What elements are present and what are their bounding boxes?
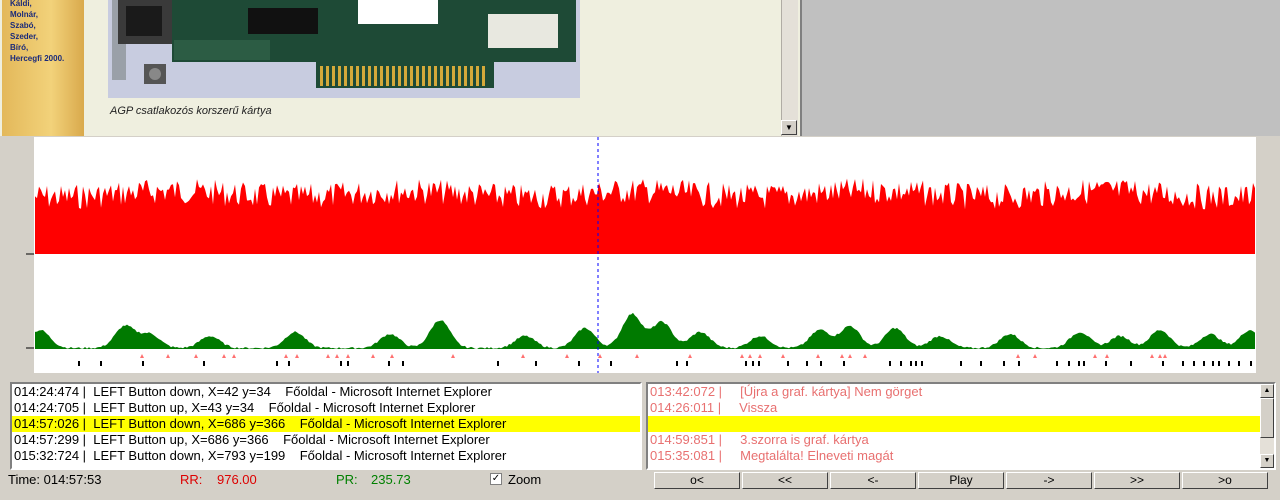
event-tick (142, 361, 144, 366)
log-row-selected[interactable]: 014:57:026 | LEFT Button down, X=686 y=3… (12, 416, 640, 432)
scroll-down-arrow-icon[interactable]: ▼ (1260, 454, 1274, 468)
event-tick (676, 361, 678, 366)
event-tick (1056, 361, 1058, 366)
event-tick (1250, 361, 1252, 366)
event-tick (1193, 361, 1195, 366)
rr-value: 976.00 (217, 472, 257, 487)
event-tick (203, 361, 205, 366)
rr-label: RR: (180, 472, 203, 487)
event-tick (910, 361, 912, 366)
event-tick (960, 361, 962, 366)
event-tick (276, 361, 278, 366)
pr-label: PR: (336, 472, 358, 487)
log-row[interactable]: 014:24:705 | LEFT Button up, X=43 y=34 F… (12, 400, 640, 416)
event-tick (758, 361, 760, 366)
play-button[interactable]: Play (918, 472, 1004, 489)
event-tick (787, 361, 789, 366)
browser-scrollbar[interactable] (781, 0, 798, 136)
event-tick (497, 361, 499, 366)
event-tick (1203, 361, 1205, 366)
go-to-start-button[interactable]: o< (654, 472, 740, 489)
event-tick (578, 361, 580, 366)
comment-row[interactable]: 014:59:851 | 3.szorra is graf. kártya (648, 432, 1274, 448)
comment-row-selected[interactable] (648, 416, 1274, 432)
comment-row[interactable]: 015:35:081 | Megtalálta! Elneveti magát (648, 448, 1274, 464)
zoom-label[interactable]: Zoom (508, 472, 541, 488)
comment-log-scrollbar[interactable]: ▲ ▼ (1260, 384, 1274, 468)
event-tick (1130, 361, 1132, 366)
event-tick (686, 361, 688, 366)
event-tick (535, 361, 537, 366)
comment-row[interactable]: 014:26:011 | Vissza (648, 400, 1274, 416)
log-row[interactable]: 015:32:724 | LEFT Button down, X=793 y=1… (12, 448, 640, 464)
event-tick (843, 361, 845, 366)
scroll-up-arrow-icon[interactable]: ▲ (1260, 384, 1274, 398)
event-tick (340, 361, 342, 366)
step-forward-button[interactable]: -> (1006, 472, 1092, 489)
event-tick (1083, 361, 1085, 366)
scroll-thumb[interactable] (1260, 398, 1274, 438)
event-tick (1003, 361, 1005, 366)
event-tick (806, 361, 808, 366)
event-tick (752, 361, 754, 366)
event-tick (820, 361, 822, 366)
event-tick (347, 361, 349, 366)
fast-forward-button[interactable]: >> (1094, 472, 1180, 489)
event-tick (78, 361, 80, 366)
zoom-checkbox[interactable]: ✓ (490, 473, 502, 485)
graphics-card-image (108, 0, 580, 98)
event-tick (100, 361, 102, 366)
event-tick (1238, 361, 1240, 366)
event-tick (1162, 361, 1164, 366)
go-to-end-button[interactable]: >o (1182, 472, 1268, 489)
event-tick (921, 361, 923, 366)
image-caption: AGP csatlakozós korszerű kártya (110, 105, 272, 117)
event-tick (889, 361, 891, 366)
log-row[interactable]: 014:24:474 | LEFT Button down, X=42 y=34… (12, 384, 640, 400)
empty-panel (802, 0, 1280, 136)
event-tick (1068, 361, 1070, 366)
fast-rewind-button[interactable]: << (742, 472, 828, 489)
event-tick (1105, 361, 1107, 366)
event-tick (915, 361, 917, 366)
event-log[interactable]: 014:24:474 | LEFT Button down, X=42 y=34… (10, 382, 642, 470)
scroll-down-arrow-icon[interactable]: ▼ (781, 120, 797, 135)
time-readout: Time: 014:57:53 (8, 472, 102, 487)
event-tick (288, 361, 290, 366)
step-back-button[interactable]: <- (830, 472, 916, 489)
event-tick (1182, 361, 1184, 366)
event-tick (402, 361, 404, 366)
event-tick (388, 361, 390, 366)
event-tick (980, 361, 982, 366)
comment-log[interactable]: 013:42:072 | [Újra a graf. kártya] Nem g… (646, 382, 1276, 470)
event-tick (1218, 361, 1220, 366)
log-row[interactable]: 014:57:299 | LEFT Button up, X=686 y=366… (12, 432, 640, 448)
event-tick (1078, 361, 1080, 366)
signal-chart[interactable] (0, 137, 1280, 373)
author-names: Káldi, Molnár, Szabó, Szeder, Bíró, Herc… (10, 0, 65, 63)
event-tick (745, 361, 747, 366)
event-tick (610, 361, 612, 366)
event-tick (1212, 361, 1214, 366)
event-tick (1228, 361, 1230, 366)
pr-value: 235.73 (371, 472, 411, 487)
event-tick (900, 361, 902, 366)
event-tick (1018, 361, 1020, 366)
comment-row[interactable]: 013:42:072 | [Újra a graf. kártya] Nem g… (648, 384, 1274, 400)
